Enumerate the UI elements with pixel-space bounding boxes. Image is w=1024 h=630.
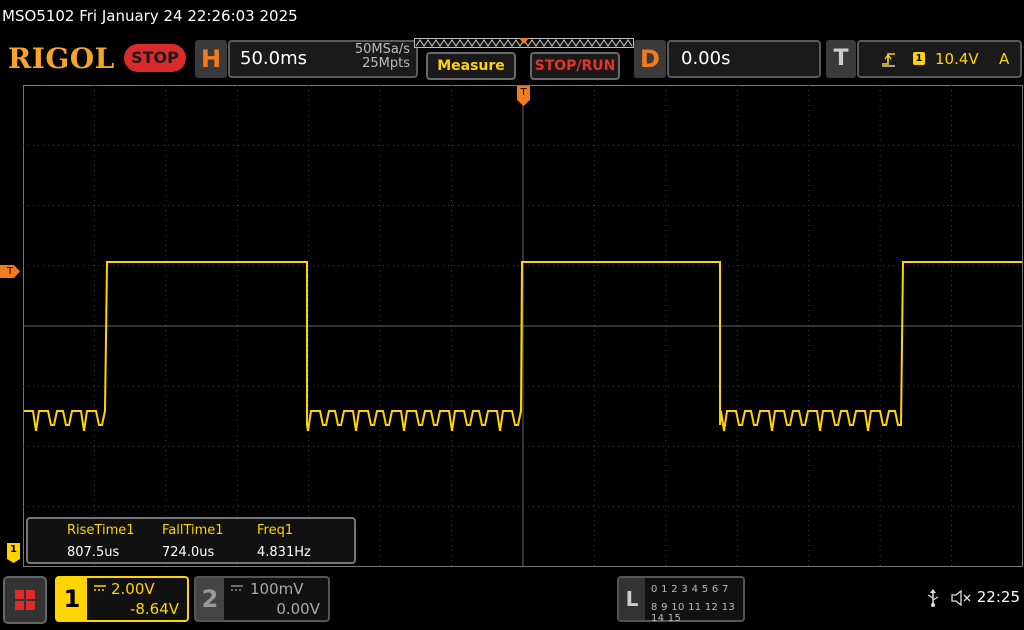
channel-1-number: 1 bbox=[57, 578, 87, 620]
freq-value: 4.831Hz bbox=[257, 545, 311, 560]
freq-header: Freq1 bbox=[257, 523, 294, 538]
stop-run-button[interactable]: STOP/RUN bbox=[530, 52, 620, 80]
run-state-badge[interactable]: STOP bbox=[124, 44, 186, 72]
horizontal-panel[interactable]: 50.0ms 50MSa/s 25Mpts bbox=[228, 40, 418, 78]
acquisition-info: 50MSa/s 25Mpts bbox=[355, 43, 410, 71]
logic-analyzer-letter: L bbox=[619, 578, 645, 620]
usb-icon bbox=[927, 589, 939, 607]
trigger-panel[interactable]: 1 10.4V A bbox=[857, 40, 1022, 78]
channel-1-ground-marker[interactable]: 1 bbox=[7, 543, 20, 563]
top-control-bar: RIGOL STOP H 50.0ms 50MSa/s 25Mpts Measu… bbox=[0, 34, 1024, 84]
trigger-menu-button[interactable]: T bbox=[826, 40, 856, 78]
rising-edge-icon bbox=[882, 53, 895, 67]
bottom-bar: 1 2.00V -8.64V 2 100mV 0.00V L 0 1 2 3 4… bbox=[0, 570, 1024, 630]
memory-depth: 25Mpts bbox=[362, 56, 410, 71]
delay-value: 0.00s bbox=[681, 48, 731, 69]
dc-coupling-icon bbox=[231, 585, 243, 591]
channel-1-scale: 2.00V bbox=[111, 580, 155, 598]
channel-2-offset: 0.00V bbox=[276, 600, 320, 618]
la-channels-high: 8 9 10 11 12 13 14 15 bbox=[651, 602, 736, 624]
trigger-source-badge: 1 bbox=[913, 52, 925, 65]
rise-time-value: 807.5us bbox=[67, 545, 120, 560]
measurement-table[interactable]: RiseTime1 FallTime1 Freq1 807.5us 724.0u… bbox=[26, 517, 356, 564]
rigol-logo: RIGOL bbox=[8, 42, 115, 75]
trigger-mode: A bbox=[999, 50, 1010, 68]
trigger-level-marker[interactable]: T bbox=[0, 265, 20, 278]
measure-button[interactable]: Measure bbox=[426, 52, 516, 80]
memory-position-strip bbox=[414, 38, 634, 48]
delay-panel[interactable]: 0.00s bbox=[667, 40, 821, 78]
fall-time-header: FallTime1 bbox=[162, 523, 224, 538]
sample-rate: 50MSa/s bbox=[354, 42, 410, 57]
trigger-level: 10.4V bbox=[935, 50, 979, 68]
window-title: MSO5102 Fri January 24 22:26:03 2025 bbox=[2, 7, 298, 25]
delay-menu-button[interactable]: D bbox=[634, 40, 666, 78]
la-channels-low: 0 1 2 3 4 5 6 7 bbox=[651, 584, 729, 595]
dc-coupling-icon bbox=[94, 585, 106, 591]
fall-time-value: 724.0us bbox=[162, 545, 215, 560]
logic-analyzer-panel[interactable]: L 0 1 2 3 4 5 6 7 8 9 10 11 12 13 14 15 bbox=[617, 576, 745, 624]
mute-speaker-icon[interactable] bbox=[950, 590, 972, 606]
system-clock: 22:25 bbox=[976, 588, 1020, 606]
channel-2-scale: 100mV bbox=[250, 580, 304, 598]
channel-2-panel[interactable]: 2 100mV 0.00V bbox=[194, 576, 330, 622]
main-menu-button[interactable] bbox=[3, 576, 47, 624]
timebase-value: 50.0ms bbox=[240, 48, 307, 69]
horizontal-menu-button[interactable]: H bbox=[195, 40, 227, 78]
channel-2-number: 2 bbox=[196, 578, 224, 620]
waveform-display[interactable] bbox=[23, 85, 1023, 567]
channel-1-offset: -8.64V bbox=[129, 600, 179, 618]
rise-time-header: RiseTime1 bbox=[67, 523, 135, 538]
menu-grid-icon bbox=[15, 590, 35, 610]
channel-1-panel[interactable]: 1 2.00V -8.64V bbox=[55, 576, 189, 622]
